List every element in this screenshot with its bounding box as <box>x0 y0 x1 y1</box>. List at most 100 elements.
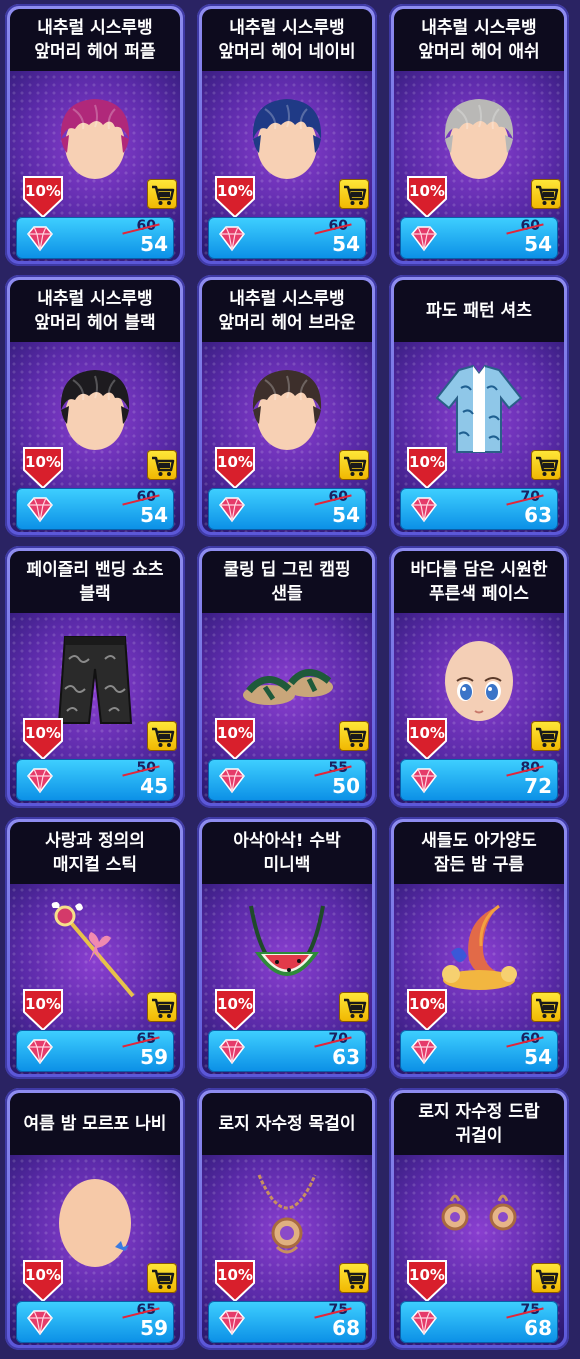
shop-item-background: 쿨링 딥 그린 캠핑 샌들 10% 55 50 <box>202 551 372 803</box>
shop-item-card[interactable]: 내추럴 시스루뱅 앞머리 헤어 네이비 10% 60 54 <box>197 4 377 266</box>
item-title: 아삭아삭! 수박 미니백 <box>202 822 372 884</box>
discount-badge: 10% <box>406 1259 448 1303</box>
shop-item-background: 로지 자수정 드랍 귀걸이 10% 75 68 <box>394 1093 564 1345</box>
ruby-gem-icon <box>411 497 437 523</box>
ruby-gem-icon <box>27 497 53 523</box>
item-title: 내추럴 시스루뱅 앞머리 헤어 블랙 <box>10 280 180 342</box>
sale-price: 63 <box>332 1045 360 1069</box>
buy-button[interactable]: 75 68 <box>400 1301 558 1343</box>
buy-button[interactable]: 60 54 <box>208 488 366 530</box>
buy-button[interactable]: 50 45 <box>16 759 174 801</box>
shop-item-card[interactable]: 내추럴 시스루뱅 앞머리 헤어 블랙 10% 60 54 <box>5 275 185 537</box>
buy-button[interactable]: 60 54 <box>16 217 174 259</box>
shop-item-card[interactable]: 여름 밤 모르포 나비 10% 65 59 <box>5 1088 185 1350</box>
buy-button[interactable]: 75 68 <box>208 1301 366 1343</box>
item-title: 내추럴 시스루뱅 앞머리 헤어 네이비 <box>202 9 372 71</box>
discount-badge: 10% <box>22 988 64 1032</box>
shopping-cart-icon <box>152 998 175 1018</box>
shop-item-grid: 내추럴 시스루뱅 앞머리 헤어 퍼플 10% 60 54 <box>0 0 580 1359</box>
shopping-cart-icon <box>344 456 367 476</box>
add-to-cart-button[interactable] <box>339 721 369 751</box>
ruby-gem-icon <box>219 768 245 794</box>
item-title: 내추럴 시스루뱅 앞머리 헤어 퍼플 <box>10 9 180 71</box>
buy-button[interactable]: 65 59 <box>16 1030 174 1072</box>
shop-item-card[interactable]: 로지 자수정 목걸이 10% 75 68 <box>197 1088 377 1350</box>
add-to-cart-button[interactable] <box>531 450 561 480</box>
item-title: 파도 패턴 셔츠 <box>394 280 564 342</box>
ruby-gem-icon <box>219 1310 245 1336</box>
shop-item-card[interactable]: 사랑과 정의의 매지컬 스틱 10% 65 59 <box>5 817 185 1079</box>
item-image <box>45 87 145 187</box>
shop-item-card[interactable]: 아삭아삭! 수박 미니백 10% 70 63 <box>197 817 377 1079</box>
item-title: 내추럴 시스루뱅 앞머리 헤어 애쉬 <box>394 9 564 71</box>
shop-item-card[interactable]: 페이즐리 밴딩 쇼츠 블랙 10% 50 45 <box>5 546 185 808</box>
buy-button[interactable]: 70 63 <box>400 488 558 530</box>
buy-button[interactable]: 60 54 <box>400 217 558 259</box>
sale-price: 50 <box>332 774 360 798</box>
item-title: 사랑과 정의의 매지컬 스틱 <box>10 822 180 884</box>
shop-item-background: 여름 밤 모르포 나비 10% 65 59 <box>10 1093 180 1345</box>
add-to-cart-button[interactable] <box>339 179 369 209</box>
shop-item-background: 새들도 아가양도 잠든 밤 구름 10% 60 54 <box>394 822 564 1074</box>
shopping-cart-icon <box>536 185 559 205</box>
shopping-cart-icon <box>536 998 559 1018</box>
ruby-gem-icon-wrapper <box>216 766 248 794</box>
discount-label: 10% <box>25 724 61 742</box>
item-image <box>237 900 337 1000</box>
buy-button[interactable]: 60 54 <box>16 488 174 530</box>
sale-price: 68 <box>524 1316 552 1340</box>
shop-item-card[interactable]: 새들도 아가양도 잠든 밤 구름 10% 60 54 <box>389 817 569 1079</box>
shop-item-card[interactable]: 바다를 담은 시원한 푸른색 페이스 10% 72 <box>389 546 569 808</box>
ruby-gem-icon <box>411 1039 437 1065</box>
item-image <box>45 629 145 729</box>
buy-button[interactable]: 55 50 <box>208 759 366 801</box>
shop-item-card[interactable]: 내추럴 시스루뱅 앞머리 헤어 퍼플 10% 60 54 <box>5 4 185 266</box>
add-to-cart-button[interactable] <box>339 1263 369 1293</box>
ruby-gem-icon-wrapper <box>408 495 440 523</box>
sale-price: 54 <box>524 232 552 256</box>
buy-button[interactable]: 70 63 <box>208 1030 366 1072</box>
add-to-cart-button[interactable] <box>531 721 561 751</box>
shop-item-background: 내추럴 시스루뱅 앞머리 헤어 네이비 10% 60 54 <box>202 9 372 261</box>
ruby-gem-icon-wrapper <box>216 224 248 252</box>
add-to-cart-button[interactable] <box>531 179 561 209</box>
item-image <box>237 358 337 458</box>
ruby-gem-icon-wrapper <box>408 1308 440 1336</box>
discount-label: 10% <box>217 1266 253 1284</box>
sale-price: 54 <box>524 1045 552 1069</box>
buy-button[interactable]: 80 72 <box>400 759 558 801</box>
shop-item-card[interactable]: 쿨링 딥 그린 캠핑 샌들 10% 55 50 <box>197 546 377 808</box>
shop-item-card[interactable]: 내추럴 시스루뱅 앞머리 헤어 브라운 10% 60 54 <box>197 275 377 537</box>
discount-label: 10% <box>25 453 61 471</box>
add-to-cart-button[interactable] <box>147 721 177 751</box>
sale-price: 45 <box>140 774 168 798</box>
item-image <box>429 1171 529 1271</box>
buy-button[interactable]: 65 59 <box>16 1301 174 1343</box>
add-to-cart-button[interactable] <box>531 1263 561 1293</box>
shop-item-background: 파도 패턴 셔츠 10% 70 63 <box>394 280 564 532</box>
ruby-gem-icon-wrapper <box>408 766 440 794</box>
sale-price: 59 <box>140 1045 168 1069</box>
shopping-cart-icon <box>152 456 175 476</box>
add-to-cart-button[interactable] <box>147 450 177 480</box>
shopping-cart-icon <box>536 456 559 476</box>
shop-item-card[interactable]: 로지 자수정 드랍 귀걸이 10% 75 68 <box>389 1088 569 1350</box>
ruby-gem-icon <box>219 1039 245 1065</box>
add-to-cart-button[interactable] <box>147 179 177 209</box>
add-to-cart-button[interactable] <box>531 992 561 1022</box>
discount-badge: 10% <box>406 175 448 219</box>
add-to-cart-button[interactable] <box>339 992 369 1022</box>
buy-button[interactable]: 60 54 <box>400 1030 558 1072</box>
add-to-cart-button[interactable] <box>147 1263 177 1293</box>
shop-item-card[interactable]: 파도 패턴 셔츠 10% 70 63 <box>389 275 569 537</box>
shopping-cart-icon <box>152 185 175 205</box>
shop-item-card[interactable]: 내추럴 시스루뱅 앞머리 헤어 애쉬 10% 60 54 <box>389 4 569 266</box>
add-to-cart-button[interactable] <box>339 450 369 480</box>
sale-price: 54 <box>332 232 360 256</box>
shopping-cart-icon <box>536 727 559 747</box>
ruby-gem-icon-wrapper <box>216 1308 248 1336</box>
buy-button[interactable]: 60 54 <box>208 217 366 259</box>
item-title: 로지 자수정 드랍 귀걸이 <box>394 1093 564 1155</box>
add-to-cart-button[interactable] <box>147 992 177 1022</box>
item-image <box>429 358 529 458</box>
